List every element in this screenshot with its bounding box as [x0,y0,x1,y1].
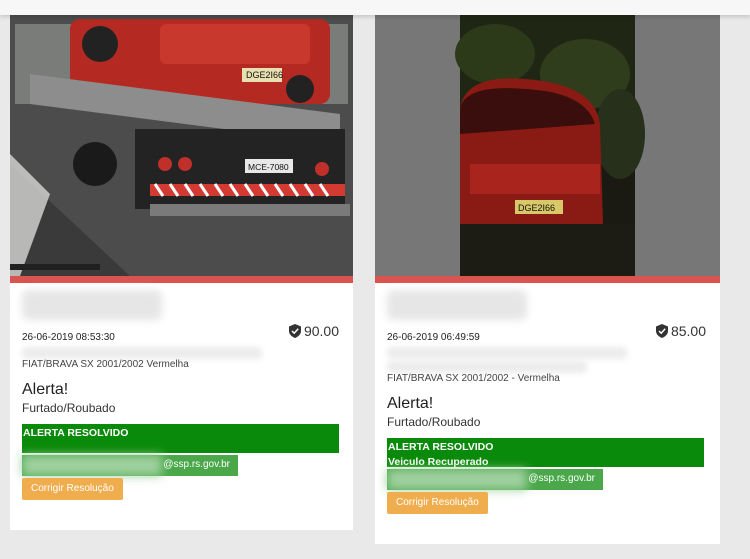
redacted-line [387,347,627,359]
redacted-title [387,290,527,320]
email-domain: @ssp.rs.gov.br [163,459,230,470]
resolver-email: @ssp.rs.gov.br [22,455,238,476]
vehicle-description: FIAT/BRAVA SX 2001/2002 - Vermelha [387,373,560,384]
alert-card: DGE2I66 26-06-2019 06:49:59 85.00 FIAT/B… [375,14,720,544]
resolved-status-label: ALERTA RESOLVIDO [23,427,129,439]
status-bar [375,276,720,283]
alert-title: Alerta! [22,381,69,398]
redacted-email-user [22,455,162,476]
email-domain: @ssp.rs.gov.br [528,473,595,484]
resolved-status-box: ALERTA RESOLVIDO Veiculo Recuperado [387,438,704,468]
score-badge: 90.00 [288,323,339,339]
resolved-status-box: ALERTA RESOLVIDO [22,424,339,453]
vehicle-description: FIAT/BRAVA SX 2001/2002 Vermelha [22,359,189,370]
alert-title: Alerta! [387,395,434,412]
score-value: 90.00 [303,323,339,339]
top-bar [0,0,750,15]
status-bar [10,276,353,283]
resolver-email: @ssp.rs.gov.br [387,469,603,490]
shield-check-icon [655,324,668,338]
redacted-line [22,347,262,359]
tow-truck-image: DGE2I66 MCE-7080 [10,14,353,276]
alert-subtitle: Furtado/Roubado [22,401,116,415]
resolved-status-label: ALERTA RESOLVIDO [388,441,494,453]
fix-resolution-button[interactable]: Corrigir Resolução [22,478,123,500]
fix-resolution-button[interactable]: Corrigir Resolução [387,492,488,514]
redacted-email-user [387,469,527,490]
shield-check-icon [288,324,301,338]
parked-car-image: DGE2I66 [375,14,720,276]
alert-subtitle: Furtado/Roubado [387,415,481,429]
resolved-status-detail: Veiculo Recuperado [388,456,489,468]
redacted-title [22,290,162,320]
score-badge: 85.00 [655,323,706,339]
vehicle-photo[interactable]: DGE2I66 [375,14,720,276]
svg-text:DGE2I66: DGE2I66 [518,203,555,213]
alert-card: DGE2I66 MCE-7080 26-06-2019 08:53:30 90.… [10,14,353,530]
redacted-line [387,361,587,373]
alert-datetime: 26-06-2019 06:49:59 [387,332,480,343]
score-value: 85.00 [670,323,706,339]
svg-text:DGE2I66: DGE2I66 [246,70,283,80]
vehicle-photo[interactable]: DGE2I66 MCE-7080 [10,14,353,276]
alert-datetime: 26-06-2019 08:53:30 [22,332,115,343]
svg-text:MCE-7080: MCE-7080 [248,162,289,172]
